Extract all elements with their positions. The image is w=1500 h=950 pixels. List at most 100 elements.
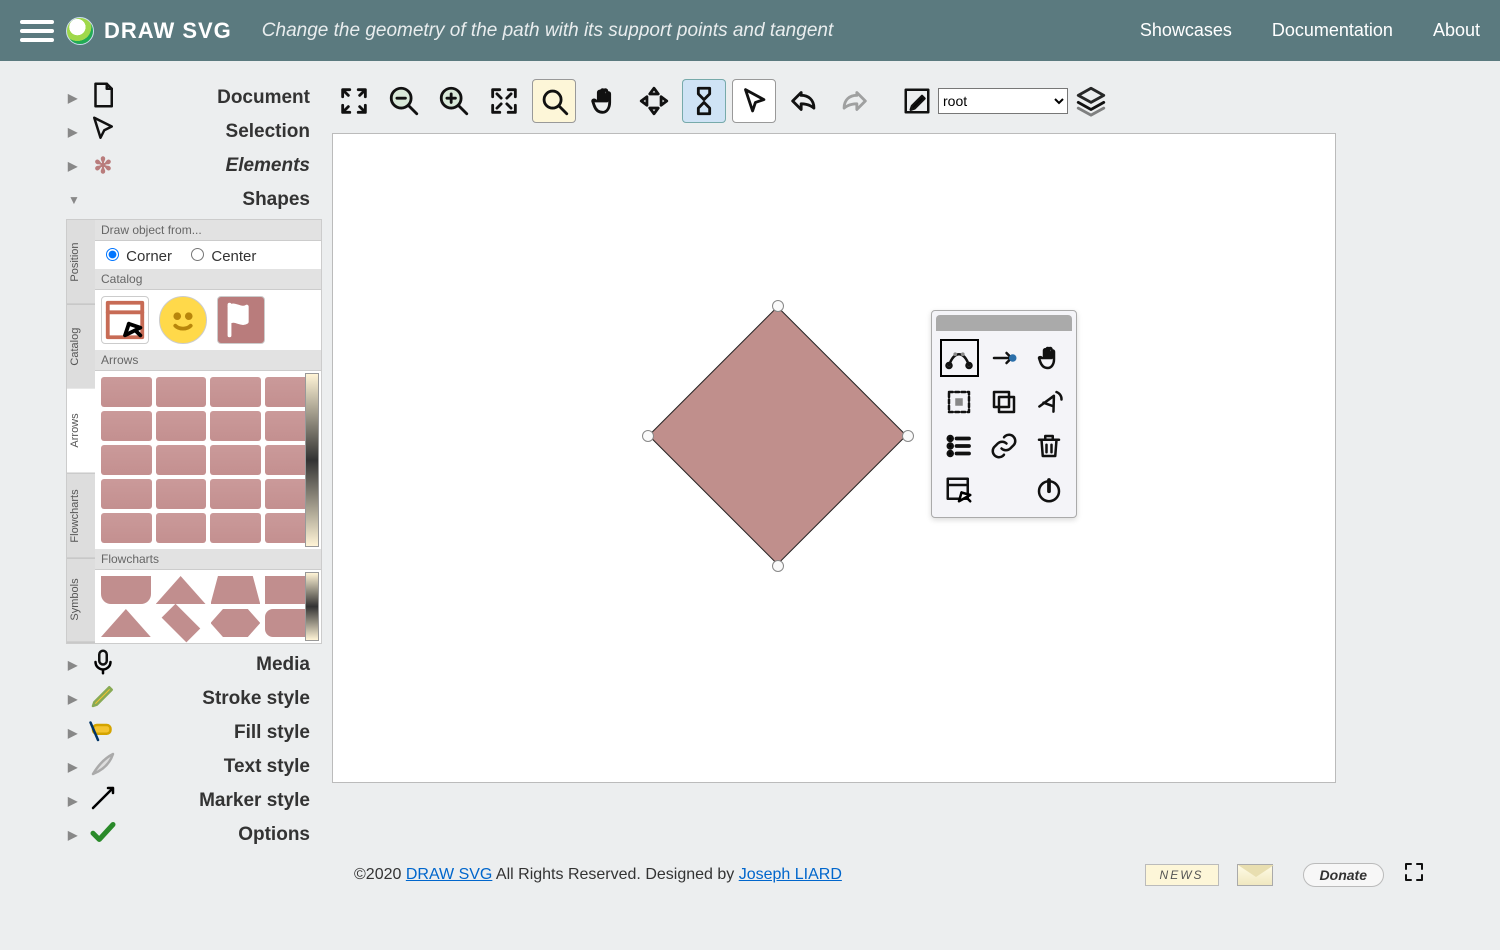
resize-handle-left[interactable] <box>642 430 654 442</box>
edit-path-button[interactable] <box>940 339 979 377</box>
rotate-text-button[interactable] <box>1029 383 1068 421</box>
flow-shape[interactable] <box>156 576 206 604</box>
copy-button[interactable] <box>985 383 1024 421</box>
catalog-insert-button[interactable] <box>940 471 979 509</box>
nav-documentation[interactable]: Documentation <box>1272 20 1393 41</box>
flow-shape[interactable] <box>161 604 199 642</box>
selected-shape[interactable] <box>648 306 908 566</box>
arrow-shape[interactable] <box>101 377 152 407</box>
arrow-shape[interactable] <box>101 411 152 441</box>
section-marker-style[interactable]: ▶ Marker style <box>64 784 322 818</box>
section-elements[interactable]: ▶ ✻ Elements <box>64 149 322 183</box>
canvas[interactable] <box>332 133 1336 783</box>
delete-button[interactable] <box>1029 427 1068 465</box>
section-shapes[interactable]: ▼ Shapes <box>64 183 322 217</box>
logo-icon <box>66 17 94 45</box>
section-text-style[interactable]: ▶ Text style <box>64 750 322 784</box>
vtab-flowcharts[interactable]: Flowcharts <box>67 474 95 559</box>
menu-icon[interactable] <box>20 14 54 48</box>
radio-label: Center <box>211 248 256 265</box>
power-button[interactable] <box>1029 471 1068 509</box>
section-fill-style[interactable]: ▶ Fill style <box>64 716 322 750</box>
arrow-shape[interactable] <box>156 513 207 543</box>
arrow-shape[interactable] <box>210 479 261 509</box>
select-tool-button[interactable] <box>732 79 776 123</box>
vtab-arrows[interactable]: Arrows <box>67 389 95 474</box>
flow-shape[interactable] <box>101 576 151 604</box>
section-label: Fill style <box>118 722 316 744</box>
shapes-vertical-tabs: Position Catalog Arrows Flowcharts Symbo… <box>67 220 95 643</box>
chevron-right-icon: ▶ <box>68 726 82 740</box>
mail-icon[interactable] <box>1237 864 1273 886</box>
chevron-right-icon: ▶ <box>68 91 82 105</box>
arrow-shape[interactable] <box>210 377 261 407</box>
redo-button[interactable] <box>832 79 876 123</box>
layer-select[interactable]: root <box>938 88 1068 114</box>
link-button[interactable] <box>985 427 1024 465</box>
catalog-window-button[interactable] <box>101 296 149 344</box>
arrows-scrollbar[interactable] <box>305 373 319 547</box>
section-media[interactable]: ▶ Media <box>64 648 322 682</box>
donate-button[interactable]: Donate <box>1303 863 1384 887</box>
arrow-shape[interactable] <box>156 479 207 509</box>
flow-shape[interactable] <box>211 609 261 637</box>
catalog-flag-button[interactable] <box>217 296 265 344</box>
footer: ©2020 DRAW SVG All Rights Reserved. Desi… <box>64 852 1436 900</box>
zoom-fit-button[interactable] <box>332 79 376 123</box>
arrow-shape[interactable] <box>156 445 207 475</box>
zoom-out-button[interactable] <box>382 79 426 123</box>
arrow-shape[interactable] <box>101 445 152 475</box>
vtab-position[interactable]: Position <box>67 220 95 305</box>
nav-showcases[interactable]: Showcases <box>1140 20 1232 41</box>
radio-center[interactable]: Center <box>186 248 256 265</box>
nav-about[interactable]: About <box>1433 20 1480 41</box>
vtab-catalog[interactable]: Catalog <box>67 305 95 390</box>
catalog-emoji-button[interactable] <box>159 296 207 344</box>
flow-shape[interactable] <box>211 576 261 604</box>
flow-shape[interactable] <box>101 609 151 637</box>
arrow-shape[interactable] <box>210 513 261 543</box>
move-point-button[interactable] <box>985 339 1024 377</box>
resize-height-button[interactable] <box>682 79 726 123</box>
section-document[interactable]: ▶ Document <box>64 81 322 115</box>
edit-button[interactable] <box>902 86 932 116</box>
arrow-shape[interactable] <box>156 377 207 407</box>
chevron-right-icon: ▶ <box>68 692 82 706</box>
arrow-shape[interactable] <box>101 513 152 543</box>
resize-handle-bottom[interactable] <box>772 560 784 572</box>
zoom-region-button[interactable] <box>532 79 576 123</box>
section-label: Selection <box>118 121 316 143</box>
undo-button[interactable] <box>782 79 826 123</box>
arrow-shape[interactable] <box>156 411 207 441</box>
vtab-symbols[interactable]: Symbols <box>67 558 95 643</box>
list-button[interactable] <box>940 427 979 465</box>
pan-button[interactable] <box>582 79 626 123</box>
layers-icon[interactable] <box>1074 84 1108 118</box>
chevron-right-icon: ▶ <box>68 658 82 672</box>
toolbox-drag-handle[interactable] <box>936 315 1072 331</box>
resize-handle-right[interactable] <box>902 430 914 442</box>
feather-icon <box>88 749 118 785</box>
fullscreen-icon[interactable] <box>1402 860 1426 890</box>
zoom-actual-button[interactable] <box>482 79 526 123</box>
select-bounds-button[interactable] <box>940 383 979 421</box>
section-selection[interactable]: ▶ Selection <box>64 115 322 149</box>
news-badge[interactable]: NEWS <box>1145 864 1219 886</box>
section-label: Document <box>118 87 316 109</box>
context-toolbox[interactable] <box>931 310 1077 518</box>
move-button[interactable] <box>632 79 676 123</box>
section-options[interactable]: ▶ Options <box>64 818 322 852</box>
footer-link-drawsvg[interactable]: DRAW SVG <box>406 866 493 883</box>
arrow-shape[interactable] <box>210 445 261 475</box>
resize-handle-top[interactable] <box>772 300 784 312</box>
arrow-shape[interactable] <box>210 411 261 441</box>
footer-link-author[interactable]: Joseph LIARD <box>739 866 842 883</box>
flowcharts-grid <box>95 570 321 643</box>
section-stroke-style[interactable]: ▶ Stroke style <box>64 682 322 716</box>
pan-button[interactable] <box>1029 339 1068 377</box>
radio-corner[interactable]: Corner <box>101 248 172 265</box>
arrow-shape[interactable] <box>101 479 152 509</box>
zoom-in-button[interactable] <box>432 79 476 123</box>
flowcharts-scrollbar[interactable] <box>305 572 319 641</box>
section-label: Stroke style <box>118 688 316 710</box>
